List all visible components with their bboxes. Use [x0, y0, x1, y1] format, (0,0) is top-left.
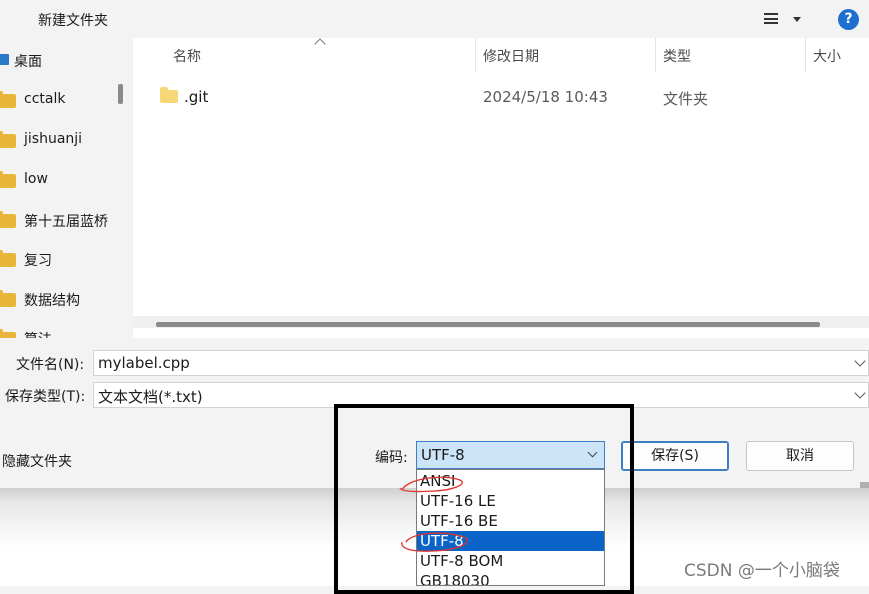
filename-label: 文件名(N):	[16, 357, 85, 373]
dialog-edge	[860, 482, 869, 488]
column-divider[interactable]	[655, 38, 656, 72]
column-header-name[interactable]: 名称	[173, 46, 201, 66]
encoding-value: UTF-8	[421, 446, 465, 464]
column-header-size[interactable]: 大小	[813, 46, 841, 66]
command-bar: 新建文件夹 ?	[0, 0, 869, 38]
option-label: ANSI	[420, 472, 456, 490]
file-modified: 2024/5/18 10:43	[483, 88, 608, 106]
encoding-option-utf16le[interactable]: UTF-16 LE	[417, 491, 604, 511]
nav-item-label: 第十五届蓝桥	[24, 214, 108, 230]
encoding-dropdown-list: ANSI UTF-16 LE UTF-16 BE UTF-8 UTF-8 BOM…	[416, 469, 605, 586]
nav-scrollbar-thumb[interactable]	[118, 84, 123, 104]
filename-input[interactable]: mylabel.cpp	[93, 350, 869, 376]
save-button[interactable]: 保存(S)	[621, 441, 729, 471]
chevron-down-icon[interactable]	[854, 355, 866, 367]
encoding-label: 编码:	[375, 450, 408, 466]
nav-item-label: 数据结构	[24, 293, 80, 309]
folder-icon	[160, 87, 178, 103]
option-label: UTF-8	[420, 532, 464, 550]
encoding-option-gb18030[interactable]: GB18030	[417, 571, 604, 586]
option-label: UTF-16 BE	[420, 512, 498, 530]
folder-icon	[0, 131, 16, 148]
nav-item-label: 算法	[24, 329, 52, 338]
folder-icon	[0, 91, 16, 108]
navigation-pane: 桌面 cctalk jishuanji low 第十五届蓝桥 复习 数据结构 算…	[0, 38, 132, 338]
watermark-text: CSDN @一个小脑袋	[684, 561, 840, 581]
nav-item-label: low	[24, 171, 48, 187]
encoding-select[interactable]: UTF-8	[416, 441, 605, 469]
column-header-modified[interactable]: 修改日期	[483, 46, 539, 66]
file-name: .git	[184, 88, 209, 106]
encoding-option-utf8[interactable]: UTF-8	[417, 531, 604, 551]
file-type: 文件夹	[663, 90, 709, 108]
chevron-down-icon[interactable]	[854, 387, 866, 399]
encoding-option-utf16be[interactable]: UTF-16 BE	[417, 511, 604, 531]
folder-icon	[0, 250, 16, 267]
encoding-option-utf8bom[interactable]: UTF-8 BOM	[417, 551, 604, 571]
folder-icon	[0, 290, 16, 307]
folder-icon	[0, 211, 16, 228]
folder-icon	[0, 329, 16, 338]
horizontal-scrollbar-thumb[interactable]	[156, 322, 820, 327]
encoding-option-ansi[interactable]: ANSI	[417, 471, 604, 491]
desktop-icon	[0, 54, 9, 65]
new-folder-button[interactable]: 新建文件夹	[38, 10, 108, 30]
filetype-select[interactable]: 文本文档(*.txt)	[93, 382, 869, 408]
chevron-down-icon	[793, 17, 801, 22]
help-button[interactable]: ?	[838, 9, 859, 30]
file-row[interactable]: .git 2024/5/18 10:43 文件夹	[133, 84, 869, 110]
nav-item-label: 桌面	[14, 54, 42, 70]
nav-item-label: jishuanji	[24, 131, 83, 147]
filetype-label: 保存类型(T):	[5, 389, 86, 405]
option-label: UTF-16 LE	[420, 492, 496, 510]
chevron-down-icon	[587, 447, 598, 458]
filetype-value: 文本文档(*.txt)	[98, 388, 203, 406]
view-list-icon	[764, 13, 778, 24]
view-options-button[interactable]	[762, 9, 806, 31]
hide-folders-toggle[interactable]: 隐藏文件夹	[2, 451, 72, 471]
cancel-button[interactable]: 取消	[746, 441, 854, 471]
option-label: GB18030	[420, 572, 490, 586]
column-divider[interactable]	[805, 38, 806, 72]
column-header-type[interactable]: 类型	[663, 46, 691, 66]
column-divider[interactable]	[475, 38, 476, 72]
nav-item-label: cctalk	[24, 91, 66, 107]
nav-item-label: 复习	[24, 253, 52, 269]
folder-icon	[0, 171, 16, 188]
option-label: UTF-8 BOM	[420, 552, 504, 570]
file-list-pane: 名称 修改日期 类型 大小 .git 2024/5/18 10:43 文件夹	[133, 38, 869, 338]
filename-value: mylabel.cpp	[98, 354, 190, 372]
